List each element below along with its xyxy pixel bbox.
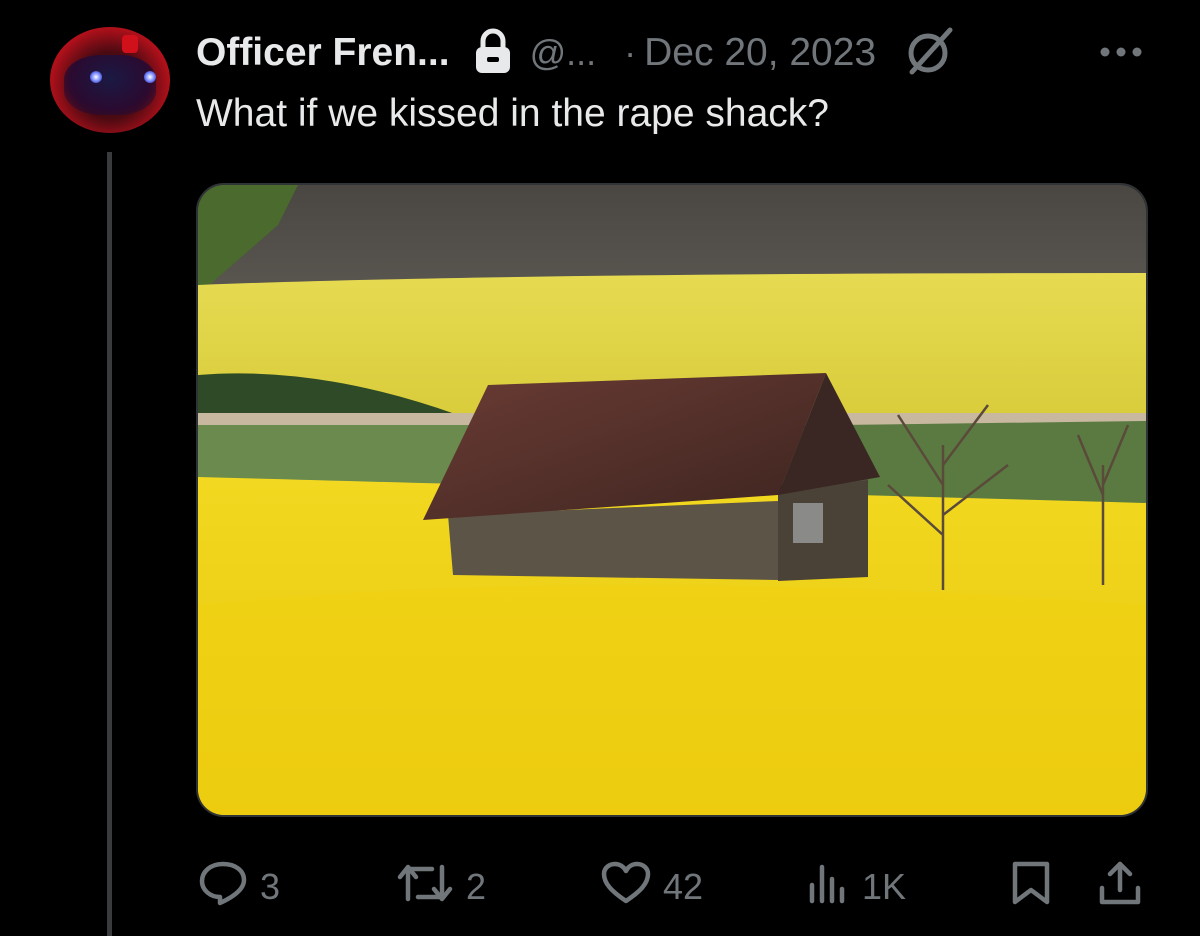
views-icon [806, 861, 850, 914]
grok-icon[interactable] [904, 26, 956, 81]
like-button[interactable]: 42 [601, 861, 704, 914]
bookmark-button[interactable] [1010, 861, 1052, 911]
author-handle[interactable]: @... [530, 32, 597, 74]
views-count: 1K [862, 866, 907, 907]
like-count: 42 [663, 866, 704, 907]
retweet-icon [396, 861, 454, 914]
avatar-badge [122, 35, 138, 53]
share-button[interactable] [1098, 861, 1142, 911]
reply-icon [198, 860, 248, 915]
author-name[interactable]: Officer Fren... [196, 31, 450, 75]
tweet-text: What if we kissed in the rape shack? [196, 92, 829, 135]
thread-line [107, 152, 112, 936]
avatar-eye-left [90, 71, 102, 83]
heart-icon [601, 861, 651, 914]
avatar-face [64, 55, 156, 115]
separator-dot: · [624, 32, 637, 73]
tweet-date[interactable]: Dec 20, 2023 [644, 31, 876, 75]
tweet-image[interactable] [196, 183, 1148, 817]
avatar-eye-right [144, 71, 156, 83]
bookmark-icon [1010, 860, 1052, 915]
lock-icon [474, 28, 512, 79]
avatar[interactable] [50, 27, 170, 133]
views-button[interactable]: 1K [806, 863, 906, 911]
share-icon [1098, 860, 1142, 915]
retweet-button[interactable]: 2 [396, 863, 486, 911]
reply-count: 3 [260, 866, 281, 907]
retweet-count: 2 [466, 866, 487, 907]
reply-button[interactable]: 3 [198, 861, 281, 911]
tweet-header: Officer Fren... @... · Dec 20, 2023 [196, 26, 956, 81]
more-icon[interactable] [1098, 40, 1144, 69]
